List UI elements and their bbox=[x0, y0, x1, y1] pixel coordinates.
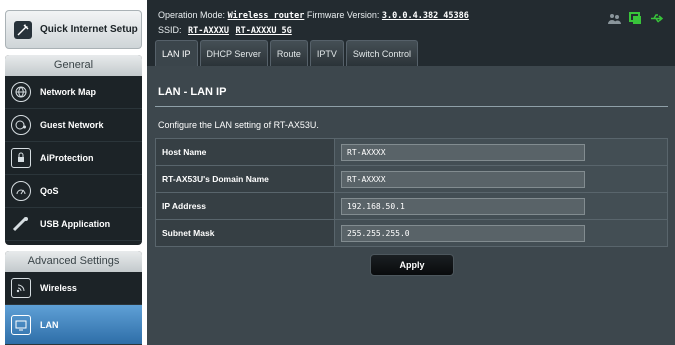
firmware-version-link[interactable]: 3.0.0.4.382_45386 bbox=[382, 11, 469, 21]
advanced-settings-header: Advanced Settings bbox=[5, 251, 142, 272]
operation-mode-line: Operation Mode: Wireless router Firmware… bbox=[158, 10, 469, 21]
ip-address-input[interactable] bbox=[341, 197, 585, 215]
sidebar-item-wireless[interactable]: Wireless bbox=[5, 272, 142, 305]
tab-switch-control[interactable]: Switch Control bbox=[345, 40, 418, 66]
ssid-line: SSID: RT-AXXXU RT-AXXXU_5G bbox=[158, 25, 292, 36]
domain-name-label: RT-AX53U's Domain Name bbox=[155, 165, 335, 193]
lan-ip-settings-table: Host Name RT-AX53U's Domain Name IP Addr… bbox=[155, 138, 668, 247]
sidebar-item-usb-application[interactable]: USB Application bbox=[5, 208, 142, 241]
sidebar-item-label: USB Application bbox=[40, 219, 111, 229]
page-description: Configure the LAN setting of RT-AX53U. bbox=[158, 120, 319, 130]
domain-name-input[interactable] bbox=[341, 170, 585, 188]
firmware-label: Firmware Version: bbox=[306, 10, 380, 20]
clients-icon[interactable] bbox=[608, 12, 621, 25]
internet-status-icon[interactable] bbox=[629, 12, 642, 25]
subnet-mask-label: Subnet Mask bbox=[155, 219, 335, 247]
page-title: LAN - LAN IP bbox=[158, 86, 227, 98]
status-icons bbox=[608, 12, 664, 25]
usb-status-icon[interactable] bbox=[650, 12, 664, 25]
main-content: LAN - LAN IP Configure the LAN setting o… bbox=[147, 66, 675, 345]
ssid-5g-link[interactable]: RT-AXXXU_5G bbox=[236, 26, 292, 36]
shield-lock-icon bbox=[11, 148, 31, 168]
table-row: IP Address bbox=[155, 192, 668, 220]
sidebar-item-label: AiProtection bbox=[40, 153, 94, 163]
sidebar-item-label: Wireless bbox=[40, 283, 77, 293]
quick-internet-setup-button[interactable]: Quick Internet Setup bbox=[5, 10, 142, 49]
globe-icon bbox=[11, 82, 31, 102]
sidebar-item-guest-network[interactable]: Guest Network bbox=[5, 109, 142, 142]
host-name-input[interactable] bbox=[341, 143, 585, 161]
sidebar-item-aiprotection[interactable]: AiProtection bbox=[5, 142, 142, 175]
title-divider bbox=[155, 106, 668, 107]
usb-puzzle-icon bbox=[11, 214, 31, 234]
tab-bar: LAN IP DHCP Server Route IPTV Switch Con… bbox=[155, 40, 418, 66]
host-name-label: Host Name bbox=[155, 138, 335, 166]
sidebar-item-label: LAN bbox=[40, 319, 59, 330]
general-menu: General Network Map Guest Network AiProt… bbox=[5, 55, 142, 245]
advanced-settings-menu: Advanced Settings Wireless LAN bbox=[5, 251, 142, 345]
table-row: Host Name bbox=[155, 138, 668, 166]
setup-wizard-icon bbox=[14, 20, 32, 39]
subnet-mask-input[interactable] bbox=[341, 224, 585, 242]
apply-button[interactable]: Apply bbox=[370, 254, 454, 276]
lan-monitor-icon bbox=[11, 314, 31, 335]
sidebar-item-label: Guest Network bbox=[40, 120, 104, 130]
sidebar-item-qos[interactable]: QoS bbox=[5, 175, 142, 208]
operation-mode-link[interactable]: Wireless router bbox=[228, 11, 305, 21]
ssid-24g-link[interactable]: RT-AXXXU bbox=[188, 26, 229, 36]
general-header: General bbox=[5, 55, 142, 76]
sidebar: Quick Internet Setup General Network Map… bbox=[0, 0, 147, 345]
ssid-label: SSID: bbox=[158, 25, 182, 35]
tab-dhcp-server[interactable]: DHCP Server bbox=[199, 40, 268, 66]
sidebar-item-network-map[interactable]: Network Map bbox=[5, 76, 142, 109]
operation-mode-label: Operation Mode: bbox=[158, 10, 226, 20]
tab-iptv[interactable]: IPTV bbox=[309, 40, 344, 66]
quick-internet-setup-label: Quick Internet Setup bbox=[40, 24, 138, 35]
header-bar: Operation Mode: Wireless router Firmware… bbox=[147, 0, 675, 66]
sidebar-item-label: QoS bbox=[40, 186, 59, 196]
table-row: RT-AX53U's Domain Name bbox=[155, 165, 668, 193]
ip-address-label: IP Address bbox=[155, 192, 335, 220]
guest-globe-icon bbox=[11, 115, 31, 135]
speedometer-icon bbox=[11, 181, 31, 201]
sidebar-item-label: Network Map bbox=[40, 87, 97, 97]
table-row: Subnet Mask bbox=[155, 219, 668, 247]
tab-lan-ip[interactable]: LAN IP bbox=[155, 40, 198, 66]
wireless-icon bbox=[11, 278, 31, 298]
tab-route[interactable]: Route bbox=[269, 40, 308, 66]
sidebar-item-lan[interactable]: LAN bbox=[5, 305, 142, 345]
